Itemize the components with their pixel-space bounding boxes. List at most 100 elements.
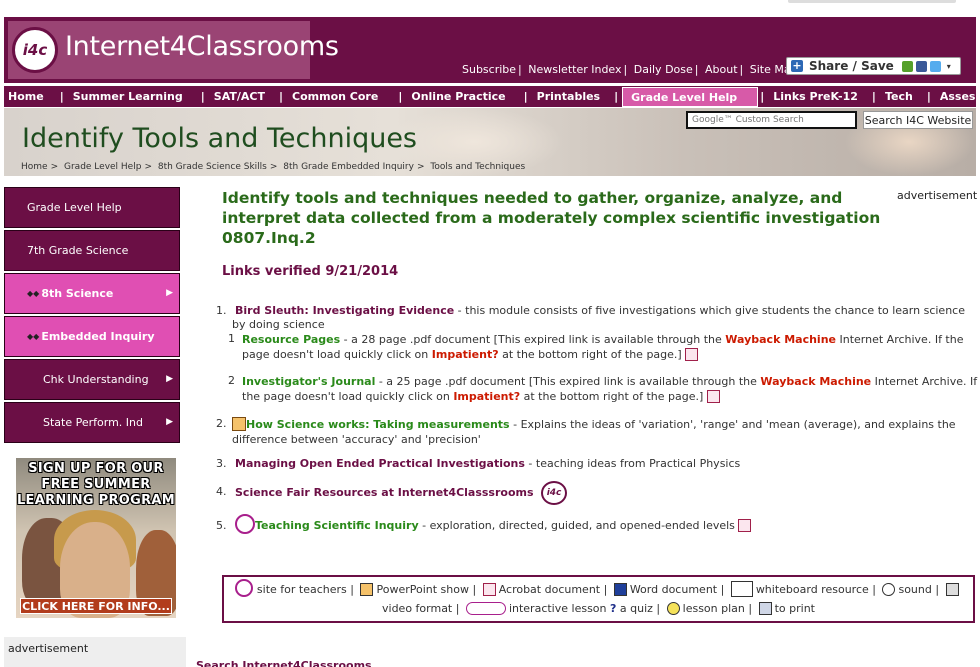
sidebar-item-label: Chk Understanding (43, 373, 149, 386)
search-input[interactable] (686, 111, 857, 129)
word-icon (613, 582, 627, 596)
link-wayback-machine[interactable]: Wayback Machine (725, 333, 836, 346)
page-title: Identify Tools and Techniques (22, 123, 417, 154)
apple-teacher-icon (235, 514, 255, 534)
list-number: 3. (216, 457, 227, 470)
sidebar-item-label: State Perform. Ind (43, 416, 143, 429)
nav-home[interactable]: Home (4, 87, 48, 107)
promo-cta[interactable]: CLICK HERE FOR INFO... (20, 598, 172, 614)
list-number: 2. (216, 417, 227, 430)
email-icon (901, 60, 913, 72)
nav-summer-learning[interactable]: Summer Learning (69, 87, 187, 107)
page: i4c Internet4Classrooms Subscribe | Newsl… (0, 0, 980, 667)
acrobat-icon (482, 582, 496, 596)
top-link-newsletter[interactable]: Newsletter Index (528, 63, 621, 76)
list-item: Science Fair Resources at Internet4Class… (235, 481, 980, 505)
site-header: i4c Internet4Classrooms Subscribe | Newsl… (4, 17, 976, 83)
acrobat-icon (685, 347, 699, 361)
sidebar-item-label: Grade Level Help (27, 201, 122, 214)
site-logo[interactable]: i4c Internet4Classrooms (8, 21, 339, 79)
breadcrumb-8th-grade-science[interactable]: 8th Grade Science Skills (158, 162, 267, 172)
interactive-lesson-icon (465, 601, 506, 615)
nav-common-core[interactable]: Common Core (288, 87, 382, 107)
sidebar-item-chk-understanding[interactable]: Chk Understanding ▶ (4, 359, 180, 400)
ad-label: advertisement (897, 189, 978, 202)
top-links: Subscribe | Newsletter Index | Daily Dose |… (462, 63, 798, 76)
breadcrumb-grade-level-help[interactable]: Grade Level Help (64, 162, 141, 172)
legend-row: video format | interactive lesson ? a qu… (382, 601, 815, 615)
sidebar-item-label: Embedded Inquiry (41, 330, 155, 343)
list-item: Teaching Scientific Inquiry - exploratio… (235, 514, 980, 538)
list-number: 5. (216, 519, 227, 532)
sidebar-item-label: 8th Science (41, 287, 114, 300)
sidebar: Grade Level Help 7th Grade Science ◆◆ 8th… (4, 187, 180, 445)
list-item: Bird Sleuth: Investigating Evidence - th… (232, 304, 965, 331)
nav-sat-act[interactable]: SAT/ACT (210, 87, 269, 107)
sidebar-item-8th-science[interactable]: ◆◆ 8th Science ▶ (4, 273, 180, 314)
breadcrumb-home[interactable]: Home (21, 162, 48, 172)
link-impatient[interactable]: Impatient? (453, 390, 520, 403)
link-impatient[interactable]: Impatient? (432, 348, 499, 361)
main-heading: Identify tools and techniques needed to … (222, 189, 881, 247)
nav-printables[interactable]: Printables (533, 87, 604, 107)
acrobat-icon (706, 389, 720, 403)
top-link-daily-dose[interactable]: Daily Dose (634, 63, 693, 76)
list-item: Resource Pages - a 28 page .pdf document… (242, 333, 964, 361)
sound-icon (882, 582, 896, 596)
nav-grade-level-help[interactable]: Grade Level Help (622, 86, 759, 107)
list-item: How Science works: Taking measurements -… (232, 417, 956, 446)
top-strip-tab (788, 0, 956, 3)
list-number: 2 (228, 374, 235, 387)
summer-learning-promo[interactable]: SIGN UP FOR OUR FREE SUMMER LEARNING PRO… (16, 458, 176, 618)
page-banner: Identify Tools and Techniques Home > Grad… (4, 108, 976, 176)
link-managing-investigations[interactable]: Managing Open Ended Practical Investigat… (235, 457, 525, 470)
share-save-button[interactable]: + Share / Save ▾ (786, 57, 961, 75)
share-label: Share / Save (809, 59, 894, 73)
triangle-icon: ◆◆ (27, 289, 40, 298)
list-number: 1. (216, 304, 227, 317)
video-icon (945, 582, 959, 596)
sidebar-item-label: 7th Grade Science (27, 244, 129, 257)
powerpoint-icon (360, 582, 374, 596)
whiteboard-icon (730, 581, 753, 597)
chevron-down-icon: ▾ (946, 61, 951, 71)
powerpoint-icon (232, 417, 246, 431)
link-how-science-works[interactable]: How Science works: Taking measurements (246, 418, 510, 431)
breadcrumb: Home > Grade Level Help > 8th Grade Scienc… (21, 162, 526, 172)
breadcrumb-embedded-inquiry[interactable]: 8th Grade Embedded Inquiry (283, 162, 414, 172)
triangle-icon: ◆◆ (27, 332, 40, 341)
top-link-about[interactable]: About (705, 63, 738, 76)
link-bird-sleuth[interactable]: Bird Sleuth: Investigating Evidence (235, 304, 454, 317)
search-button[interactable]: Search I4C Website (863, 111, 973, 129)
chevron-right-icon: ▶ (166, 374, 173, 384)
icon-legend: site for teachers | PowerPoint show | Ac… (222, 575, 975, 623)
link-resource-pages[interactable]: Resource Pages (242, 333, 340, 346)
breadcrumb-current: Tools and Techniques (430, 162, 526, 172)
sidebar-item-state-perform[interactable]: State Perform. Ind ▶ (4, 402, 180, 443)
sidebar-ad-label: advertisement (4, 637, 186, 667)
link-teaching-scientific-inquiry[interactable]: Teaching Scientific Inquiry (255, 519, 419, 532)
links-verified: Links verified 9/21/2014 (222, 264, 399, 279)
main-nav: Home | Summer Learning | SAT/ACT | Common C… (4, 85, 980, 107)
link-science-fair-resources[interactable]: Science Fair Resources at Internet4Class… (235, 486, 534, 499)
list-item: Investigator's Journal - a 25 page .pdf … (242, 375, 978, 403)
printer-icon (758, 601, 772, 615)
plus-icon: + (791, 59, 803, 72)
sidebar-item-grade-level-help[interactable]: Grade Level Help (4, 187, 180, 228)
link-investigators-journal[interactable]: Investigator's Journal (242, 375, 375, 388)
i4c-logo-icon: i4c (541, 481, 568, 505)
sidebar-item-7th-grade-science[interactable]: 7th Grade Science (4, 230, 180, 271)
nav-links-prek-12[interactable]: Links PreK-12 (769, 87, 862, 107)
nav-online-practice[interactable]: Online Practice (407, 87, 509, 107)
link-wayback-machine[interactable]: Wayback Machine (760, 375, 871, 388)
top-link-subscribe[interactable]: Subscribe (462, 63, 516, 76)
legend-row: site for teachers | PowerPoint show | Ac… (224, 579, 973, 599)
bottom-search-heading: Search Internet4Classrooms (196, 659, 372, 667)
twitter-icon (929, 60, 941, 72)
list-number: 4. (216, 485, 227, 498)
nav-tech[interactable]: Tech (881, 87, 917, 107)
facebook-icon (915, 60, 927, 72)
nav-assessment[interactable]: Assessment (936, 87, 980, 107)
chevron-right-icon: ▶ (166, 417, 173, 427)
sidebar-item-embedded-inquiry[interactable]: ◆◆ Embedded Inquiry (4, 316, 180, 357)
